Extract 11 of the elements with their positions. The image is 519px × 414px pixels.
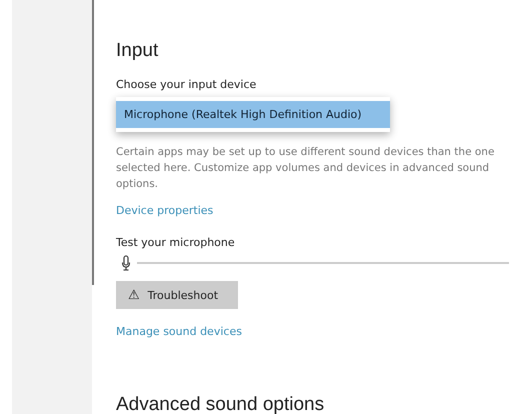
microphone-icon bbox=[121, 255, 131, 271]
field-label: Choose your input device bbox=[116, 78, 258, 91]
dropdown-item[interactable]: Microphone (Realtek High Definition Audio) bbox=[116, 101, 390, 128]
troubleshoot-button[interactable]: ⚠ Troubleshoot bbox=[116, 281, 238, 309]
device-properties-link[interactable]: Device properties bbox=[116, 204, 214, 217]
manage-sound-devices-link[interactable]: Manage sound devices bbox=[116, 325, 242, 338]
description-text: Certain apps may be set up to use different sound devices than the one selected here. Customize app volumes and devices in advanced sound options. bbox=[116, 145, 496, 192]
section-heading: Advanced sound options bbox=[116, 394, 326, 414]
field-label: Test your microphone bbox=[116, 236, 236, 249]
section-heading: Input bbox=[116, 40, 160, 62]
warning-icon: ⚠ bbox=[128, 288, 140, 302]
